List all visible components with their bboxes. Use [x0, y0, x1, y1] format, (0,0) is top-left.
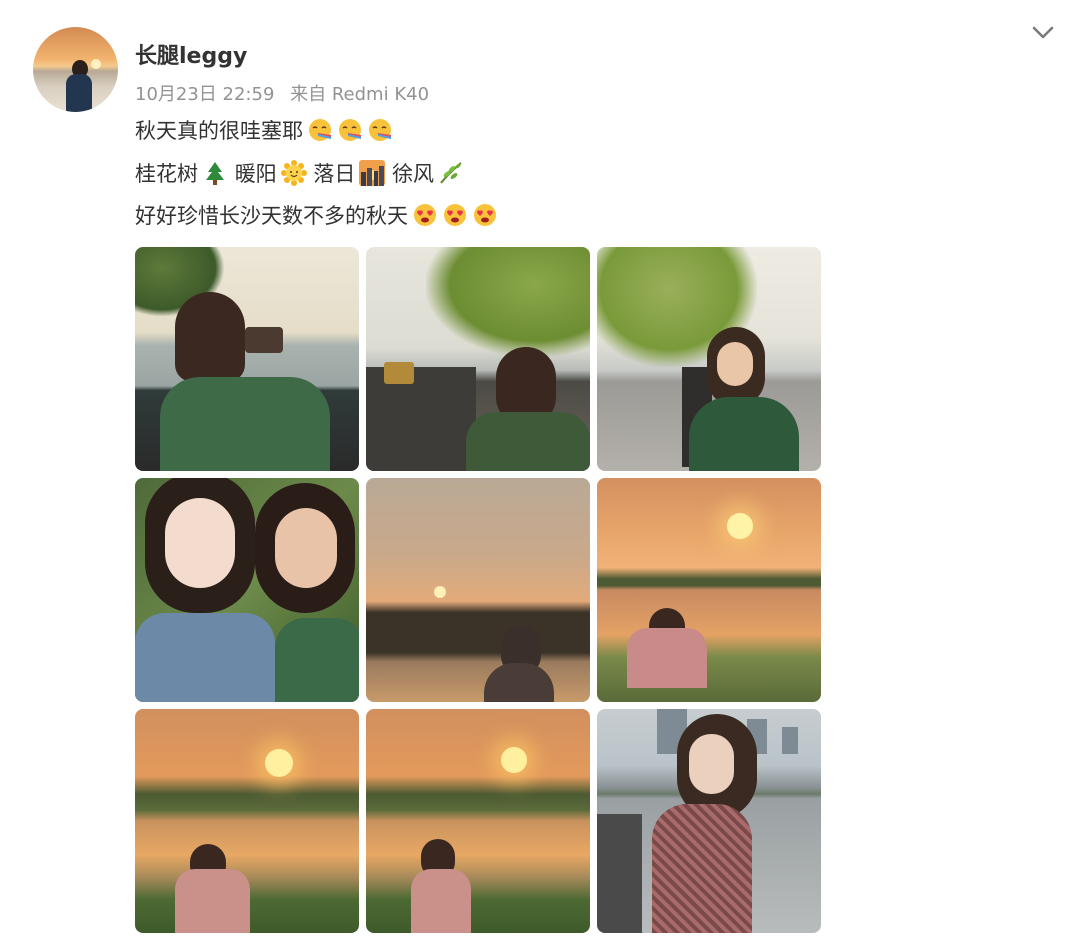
photo-grid: [135, 247, 822, 934]
post-text-segment: 落日: [313, 162, 356, 186]
heart-eyes-emoji: [442, 202, 468, 228]
photo-body-shape: [135, 613, 275, 702]
photo-thumbnail[interactable]: [366, 478, 590, 702]
rainbow-vomit-emoji: [337, 117, 363, 143]
photo-body-shape: [627, 628, 707, 688]
post-text-line-2: 桂花树 暖阳 落日 徐风: [135, 158, 464, 190]
photo-body-shape: [484, 663, 554, 702]
sunset-city-emoji: [359, 160, 386, 186]
post-source: 来自 Redmi K40: [290, 84, 430, 105]
photo-body-shape: [411, 869, 471, 933]
photo-thumbnail[interactable]: [366, 709, 590, 933]
avatar-figure-body: [66, 74, 92, 112]
photo-body-shape: [175, 869, 250, 933]
post-text-segment: 秋天真的很哇塞耶: [135, 119, 303, 143]
weibo-post: 长腿leggy 10月23日 22:59 来自 Redmi K40 秋天真的很哇…: [0, 0, 1080, 952]
photo-thumbnail[interactable]: [597, 478, 821, 702]
post-meta: 10月23日 22:59 来自 Redmi K40: [135, 82, 429, 108]
photo-building-shape: [782, 727, 798, 754]
post-text-segment: 好好珍惜长沙天数不多的秋天: [135, 204, 408, 228]
photo-lamp-shape: [384, 362, 414, 384]
photo-body-shape: [466, 412, 590, 471]
heart-eyes-emoji: [412, 202, 438, 228]
photo-hair-shape: [175, 292, 245, 382]
post-text-segment: 桂花树: [135, 162, 198, 186]
heart-eyes-emoji: [472, 202, 498, 228]
photo-tree-shape: [426, 247, 590, 357]
photo-thumbnail[interactable]: [135, 709, 359, 933]
photo-body-shape: [689, 397, 799, 471]
post-text-segment: 徐风: [392, 162, 435, 186]
photo-sun-shape: [265, 749, 293, 777]
rainbow-vomit-emoji: [367, 117, 393, 143]
rainbow-vomit-emoji: [307, 117, 333, 143]
photo-thumbnail[interactable]: [366, 247, 590, 471]
photo-body-shape: [275, 618, 359, 702]
photo-pillar-shape: [597, 814, 642, 933]
photo-thumbnail[interactable]: [597, 247, 821, 471]
photo-thumbnail[interactable]: [135, 478, 359, 702]
sun-emoji: [280, 160, 307, 186]
user-avatar[interactable]: [33, 27, 118, 112]
post-text-line-1: 秋天真的很哇塞耶: [135, 115, 393, 147]
photo-face-shape: [165, 498, 235, 588]
username[interactable]: 长腿leggy: [135, 42, 247, 72]
photo-face-shape: [689, 734, 734, 794]
photo-face-shape: [717, 342, 753, 386]
avatar-sun-shape: [91, 59, 101, 69]
photo-sun-shape: [727, 513, 753, 539]
photo-body-shape: [652, 804, 752, 933]
photo-sun-shape: [501, 747, 527, 773]
photo-thumbnail[interactable]: [135, 247, 359, 471]
post-text-segment: 暖阳: [234, 162, 277, 186]
chevron-down-icon[interactable]: [1029, 20, 1057, 44]
photo-railing-shape: [366, 367, 476, 471]
photo-body-shape: [160, 377, 330, 471]
tree-emoji: [202, 160, 228, 186]
photo-thumbnail[interactable]: [597, 709, 821, 933]
photo-sun-shape: [434, 586, 446, 598]
post-text-line-3: 好好珍惜长沙天数不多的秋天: [135, 200, 498, 232]
post-timestamp[interactable]: 10月23日 22:59: [135, 84, 274, 105]
leaf-emoji: [438, 160, 464, 186]
photo-face-shape: [275, 508, 337, 588]
photo-phone-shape: [245, 327, 283, 353]
